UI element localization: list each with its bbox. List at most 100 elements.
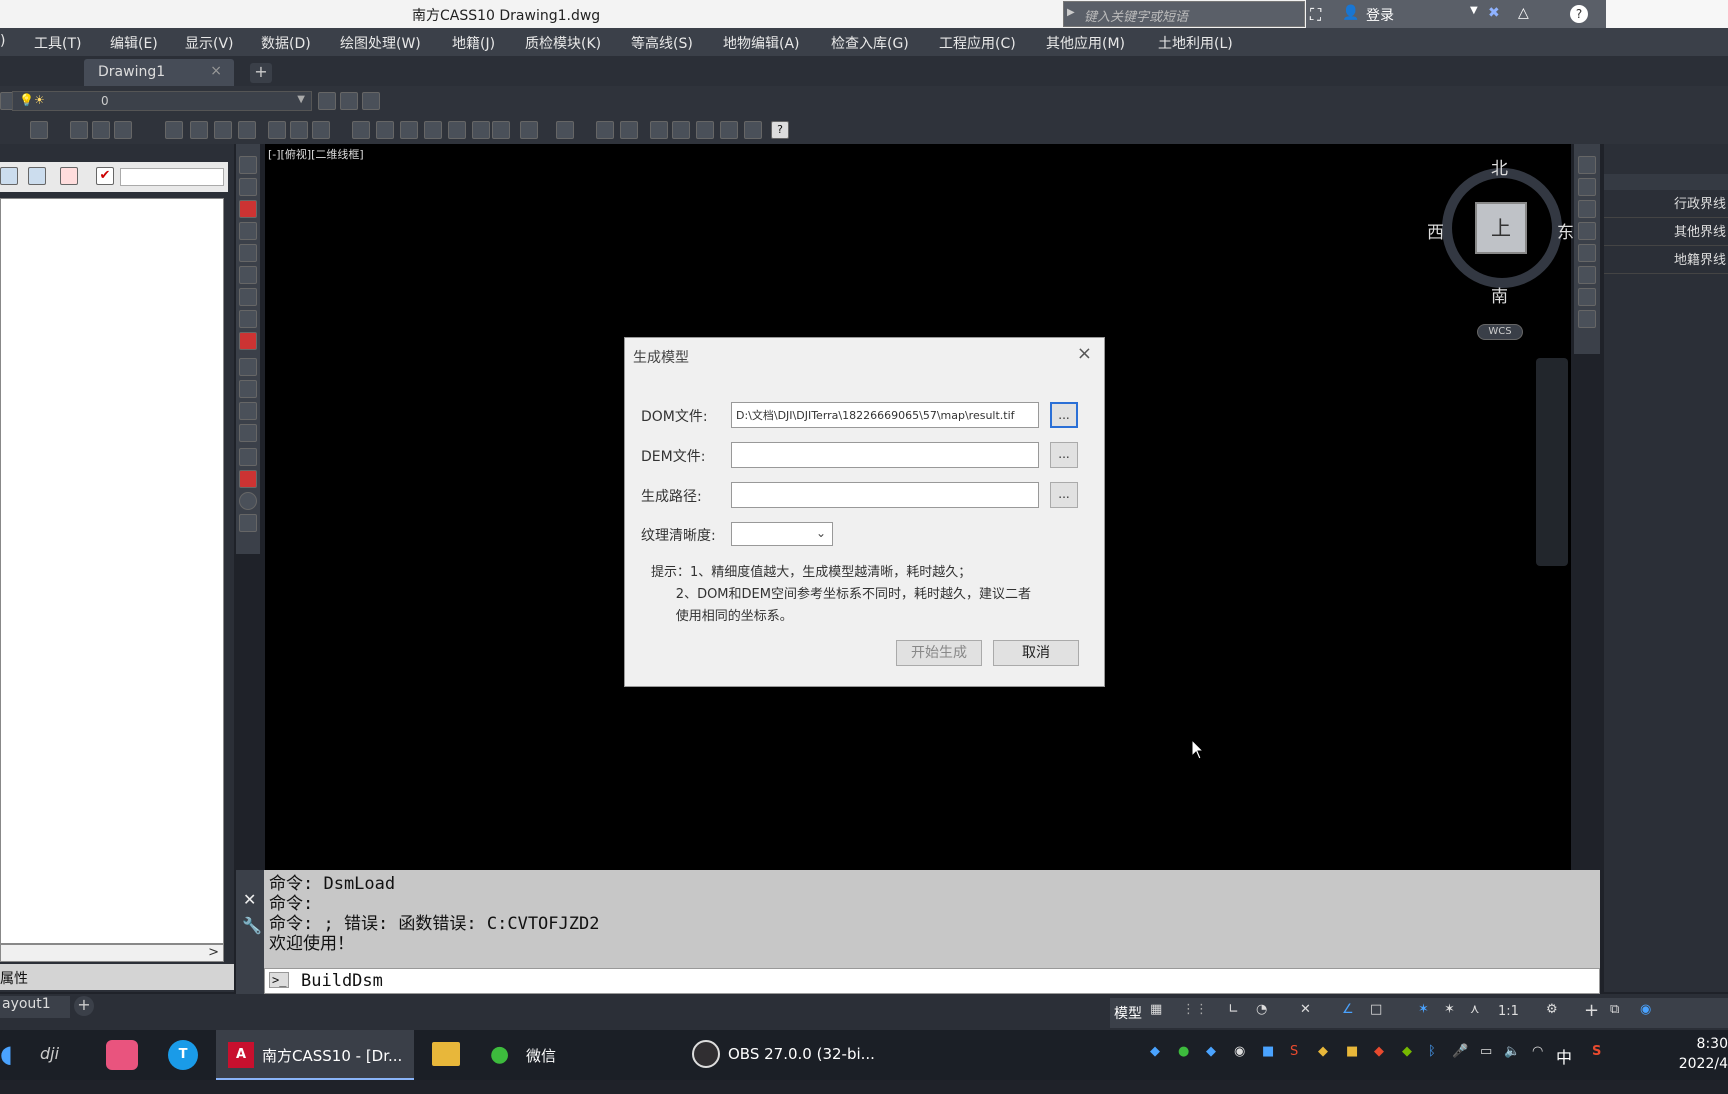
vtool-icon-12[interactable]	[239, 402, 257, 420]
tray-icon-5[interactable]: ■	[1262, 1044, 1274, 1094]
vtool-icon-17[interactable]	[239, 514, 257, 532]
annotation-icon[interactable]: ✶	[1418, 1002, 1429, 1017]
command-text[interactable]: BuildDsm	[301, 971, 383, 991]
battery-icon[interactable]: ▭	[1480, 1044, 1492, 1094]
rtool-icon-1[interactable]	[1578, 156, 1596, 174]
redo-icon[interactable]	[556, 121, 574, 139]
vtool-icon-13[interactable]	[239, 424, 257, 442]
tool-icon-5[interactable]	[165, 121, 183, 139]
taskbar-wechat[interactable]: ● 微信	[484, 1030, 684, 1080]
tool-icon-7[interactable]	[214, 121, 232, 139]
tool-icon-20[interactable]	[596, 121, 614, 139]
vtool-icon-5[interactable]	[239, 244, 257, 262]
zoom-icon[interactable]	[400, 121, 418, 139]
menu-view[interactable]: 显示(V)	[185, 33, 234, 53]
bilibili-icon[interactable]	[106, 1040, 138, 1070]
app-icon-partial[interactable]: ◖	[0, 1040, 20, 1090]
binoculars-icon[interactable]: ⛶	[1310, 5, 1321, 25]
text-icon[interactable]	[70, 121, 88, 139]
ime-indicator[interactable]: 中	[1556, 1044, 1572, 1094]
menu-engineering[interactable]: 工程应用(C)	[939, 33, 1016, 53]
exchange-icon[interactable]: ✖	[1488, 5, 1500, 21]
tray-obs-icon[interactable]: ◉	[1234, 1044, 1245, 1094]
navigation-bar[interactable]	[1536, 358, 1568, 566]
copy-icon[interactable]	[28, 167, 46, 185]
snap-icon[interactable]: ⋮⋮	[1182, 1002, 1208, 1017]
taskbar-obs[interactable]: OBS 27.0.0 (32-bi...	[688, 1030, 878, 1080]
gear-icon[interactable]: ⚙	[1546, 1002, 1558, 1017]
wifi-icon[interactable]: ◠	[1532, 1044, 1543, 1094]
rtool-icon-6[interactable]	[1578, 266, 1596, 284]
vtool-icon-14[interactable]	[239, 448, 257, 466]
zoom-extents-icon[interactable]	[448, 121, 466, 139]
dem-file-field[interactable]	[731, 442, 1039, 468]
filter-input[interactable]	[120, 168, 224, 186]
menu-qc[interactable]: 质检模块(K)	[525, 33, 601, 53]
rtool-icon-2[interactable]	[1578, 178, 1596, 196]
expand-icon[interactable]: ▶	[1067, 7, 1075, 18]
menu-land[interactable]: 土地利用(L)	[1158, 33, 1233, 53]
object-list[interactable]	[0, 198, 224, 944]
layer-state-icon[interactable]	[318, 92, 336, 110]
annotation-visibility-icon[interactable]: ✶	[1444, 1002, 1455, 1017]
rtool-icon-7[interactable]	[1578, 288, 1596, 306]
menu-draw[interactable]: 绘图处理(W)	[340, 33, 421, 53]
dom-browse-button[interactable]: ...	[1050, 402, 1078, 428]
model-space-button[interactable]: 模型	[1114, 1003, 1142, 1023]
rtool-icon-8[interactable]	[1578, 310, 1596, 328]
undo-icon[interactable]	[520, 121, 538, 139]
chevron-down-icon[interactable]: ▼	[297, 94, 305, 105]
tab-layout1[interactable]: ayout1	[0, 996, 70, 1018]
help-icon[interactable]: ?	[771, 121, 789, 139]
grid-icon[interactable]: ▦	[1150, 1002, 1162, 1017]
vtool-icon-3[interactable]	[239, 200, 257, 218]
polar-icon[interactable]: ◔	[1256, 1002, 1267, 1017]
nvidia-icon[interactable]: ◆	[1402, 1044, 1412, 1094]
edit-icon[interactable]	[60, 167, 78, 185]
search-box[interactable]: ▶ 键入关键字或短语	[1063, 1, 1305, 27]
annotation-scale[interactable]: 1:1	[1498, 1004, 1519, 1019]
list-item[interactable]: 其他界线	[1604, 220, 1728, 246]
cancel-button[interactable]: 取消	[993, 640, 1079, 666]
vtool-icon-9[interactable]	[239, 332, 257, 350]
tool-icon-24[interactable]	[696, 121, 714, 139]
microphone-icon[interactable]: 🎤	[1452, 1044, 1468, 1094]
tool-icon-21[interactable]	[620, 121, 638, 139]
tab-properties[interactable]: 属性	[0, 968, 28, 988]
menu-check[interactable]: 检查入库(G)	[831, 33, 909, 53]
compass-west[interactable]: 西	[1427, 218, 1444, 243]
rtool-icon-3[interactable]	[1578, 200, 1596, 218]
tray-icon-1[interactable]: ◆	[1150, 1044, 1160, 1094]
viewcube[interactable]: 上 北 南 西 东 WCS	[1427, 154, 1577, 340]
output-path-field[interactable]	[731, 482, 1039, 508]
tray-wechat-icon[interactable]: ●	[1178, 1044, 1189, 1094]
vtool-icon-10[interactable]	[239, 358, 257, 376]
tool-icon-4[interactable]	[114, 121, 132, 139]
ortho-icon[interactable]: ∟	[1228, 1002, 1239, 1017]
tool-icon-6[interactable]	[190, 121, 208, 139]
close-icon[interactable]: ×	[1077, 343, 1092, 364]
list-item[interactable]: 地籍界线	[1604, 248, 1728, 274]
vtool-icon-7[interactable]	[239, 288, 257, 306]
layer-dropdown[interactable]: 💡☀ 0 ▼	[12, 91, 312, 111]
tray-icon-9[interactable]: ◆	[1374, 1044, 1384, 1094]
compass-north[interactable]: 北	[1491, 154, 1508, 179]
pan-icon[interactable]	[376, 121, 394, 139]
vtool-icon-2[interactable]	[239, 178, 257, 196]
login-button[interactable]: 登录	[1366, 5, 1394, 25]
sogou-icon[interactable]: S	[1592, 1044, 1601, 1094]
tray-folder-icon[interactable]: ■	[1346, 1044, 1358, 1094]
wrench-icon[interactable]: 🔧	[242, 916, 262, 935]
osnap-icon[interactable]: ✕	[1300, 1002, 1311, 1017]
viewcube-top-face[interactable]: 上	[1475, 202, 1527, 254]
zoom-window-icon[interactable]	[424, 121, 442, 139]
menu-cadastre[interactable]: 地籍(J)	[452, 33, 495, 53]
plus-icon[interactable]: +	[1584, 1000, 1599, 1021]
texture-select[interactable]: ⌄	[731, 522, 833, 546]
list-item[interactable]: 行政界线	[1604, 192, 1728, 218]
command-input[interactable]: >_ BuildDsm	[264, 968, 1600, 994]
command-window-handle[interactable]: ✕ 🔧	[236, 870, 264, 994]
menu-tools[interactable]: 工具(T)	[34, 33, 81, 53]
move-icon[interactable]	[672, 121, 690, 139]
start-generate-button[interactable]: 开始生成	[896, 640, 982, 666]
